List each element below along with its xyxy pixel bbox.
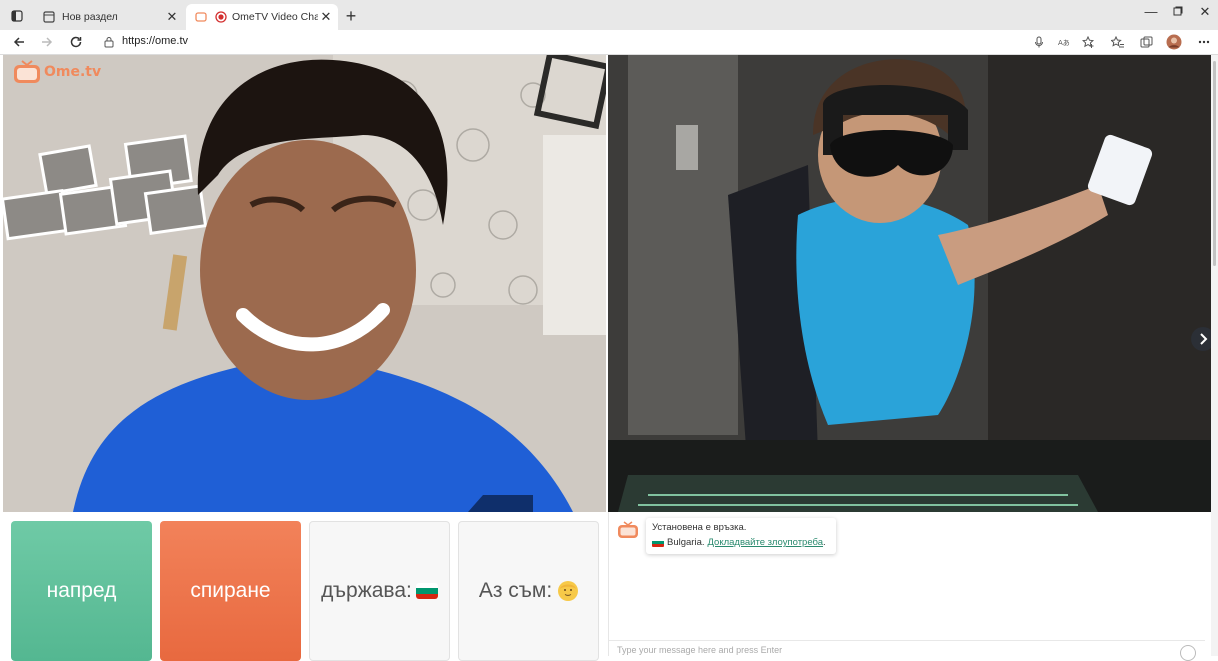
tab-ometv[interactable]: OmeTV Video Chat - Omegle ✕ bbox=[186, 4, 338, 30]
logo-text: Ome.tv bbox=[44, 64, 102, 80]
period-text: . bbox=[823, 537, 826, 548]
collections-icon[interactable] bbox=[1138, 34, 1154, 50]
stop-button-label: спиране bbox=[190, 579, 271, 602]
country-label: държава: bbox=[321, 579, 412, 602]
chat-message-system: Установена е връзка. Bulgaria. Докладвай… bbox=[646, 518, 836, 554]
minimize-icon[interactable]: — bbox=[1141, 4, 1161, 19]
tv-logo-icon bbox=[617, 521, 639, 544]
more-options-icon[interactable] bbox=[1196, 34, 1212, 50]
connection-status-text: Установена е връзка. bbox=[652, 522, 747, 533]
stop-button[interactable]: спиране bbox=[160, 521, 301, 661]
maximize-icon[interactable] bbox=[1168, 4, 1188, 19]
back-icon[interactable] bbox=[10, 33, 28, 51]
page-icon bbox=[42, 10, 56, 24]
close-tab-icon[interactable]: ✕ bbox=[164, 9, 180, 25]
new-tab-icon[interactable]: + bbox=[342, 7, 360, 25]
iam-label: Аз съм: bbox=[478, 579, 553, 602]
address-bar: https://ome.tv Aあ bbox=[0, 30, 1218, 55]
partner-video-frame bbox=[608, 55, 1211, 512]
svg-text:Aあ: Aあ bbox=[1058, 39, 1070, 47]
tab-actions-icon[interactable] bbox=[6, 6, 28, 26]
forward-icon[interactable] bbox=[38, 33, 56, 51]
partner-video bbox=[608, 55, 1211, 512]
gender-selector[interactable]: Аз съм: bbox=[458, 521, 599, 661]
partner-country-text: Bulgaria. bbox=[667, 537, 705, 548]
ometv-page: Ome.tv напред спиране държава: Аз съм: У… bbox=[0, 55, 1218, 661]
microphone-icon[interactable] bbox=[1031, 34, 1047, 50]
face-emoji-icon bbox=[558, 581, 579, 601]
profile-avatar[interactable] bbox=[1166, 34, 1182, 50]
local-video-frame bbox=[3, 55, 606, 512]
local-video: Ome.tv bbox=[3, 55, 606, 512]
smiley-icon[interactable] bbox=[1180, 645, 1196, 661]
lock-icon[interactable] bbox=[104, 35, 114, 53]
report-abuse-link[interactable]: Докладвайте злоупотреба bbox=[708, 537, 824, 548]
ometv-favicon-icon bbox=[194, 10, 208, 24]
close-window-icon[interactable]: ✕ bbox=[1195, 4, 1215, 20]
refresh-icon[interactable] bbox=[67, 33, 85, 51]
tab-title: Нов раздел bbox=[62, 11, 118, 23]
bulgaria-flag-icon bbox=[415, 583, 438, 599]
browser-tab-bar: Нов раздел ✕ OmeTV Video Chat - Omegle ✕… bbox=[0, 0, 1218, 30]
close-tab-icon[interactable]: ✕ bbox=[318, 9, 334, 25]
next-button[interactable]: напред bbox=[11, 521, 152, 661]
recording-icon bbox=[214, 10, 228, 24]
ometv-logo[interactable]: Ome.tv bbox=[13, 60, 101, 84]
url-field[interactable]: https://ome.tv bbox=[122, 35, 188, 47]
chat-panel: Установена е връзка. Bulgaria. Докладвай… bbox=[608, 512, 1205, 656]
scrollbar-thumb[interactable] bbox=[1213, 61, 1216, 266]
tv-logo-icon bbox=[14, 60, 40, 83]
chat-message-input[interactable]: Type your message here and press Enter bbox=[609, 640, 1205, 656]
tab-new[interactable]: Нов раздел ✕ bbox=[34, 4, 184, 30]
tab-title: OmeTV Video Chat - Omegle bbox=[232, 11, 318, 23]
country-selector[interactable]: държава: bbox=[309, 521, 450, 661]
translate-icon[interactable]: Aあ bbox=[1056, 34, 1072, 50]
add-favorite-icon[interactable] bbox=[1080, 34, 1096, 50]
next-button-label: напред bbox=[46, 579, 117, 602]
favorites-icon[interactable] bbox=[1109, 34, 1125, 50]
bulgaria-flag-icon bbox=[652, 538, 664, 547]
